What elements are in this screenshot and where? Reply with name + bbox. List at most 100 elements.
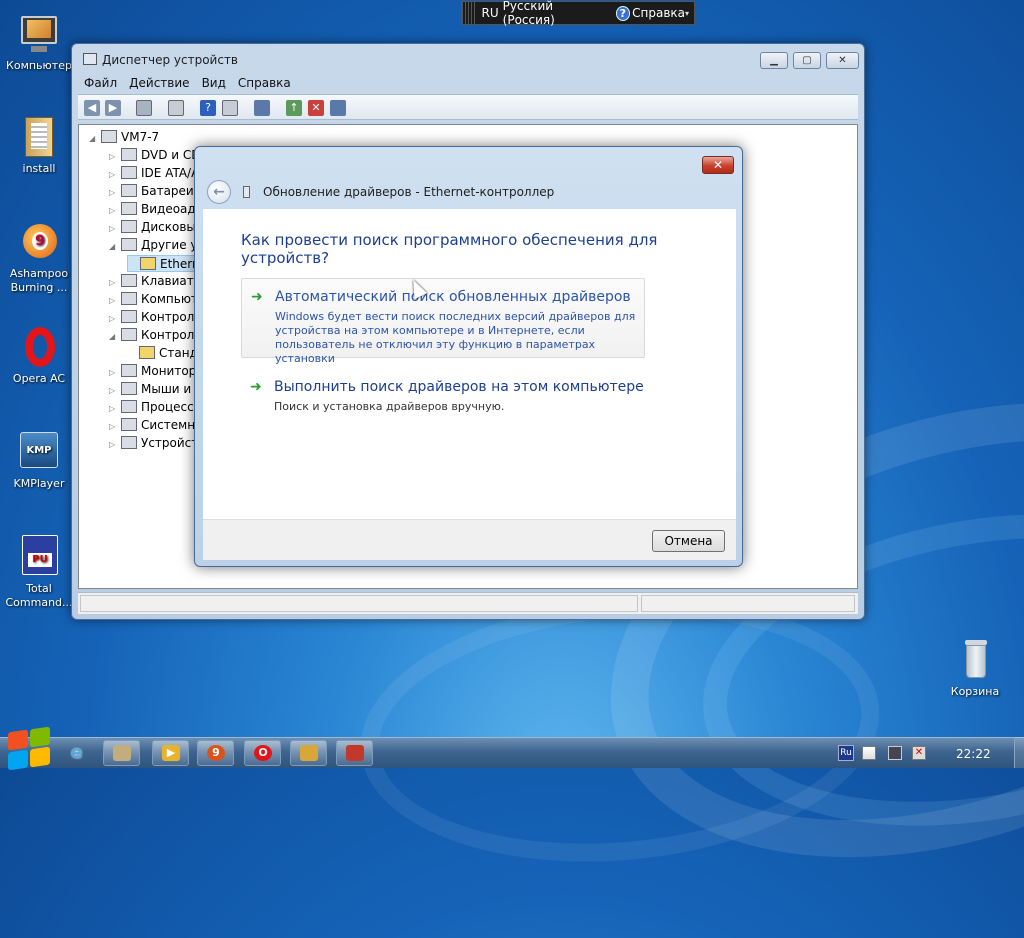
warning-icon [140, 257, 156, 270]
tray-language[interactable]: Ru [838, 745, 854, 761]
console-tree-icon[interactable] [136, 100, 152, 116]
windows-logo-icon [30, 746, 50, 768]
keyboard-icon [121, 274, 137, 287]
forward-arrow-icon[interactable]: ▶ [105, 100, 121, 116]
properties-icon[interactable] [168, 100, 184, 116]
green-arrow-icon: ➜ [251, 289, 263, 305]
green-arrow-icon: ➜ [250, 379, 262, 395]
tree-item[interactable]: ◢ Другие ус [109, 237, 204, 254]
taskbar-update[interactable] [336, 740, 373, 766]
computer-icon [101, 130, 117, 143]
toolbar: ◀ ▶ ? ↑ ✕ [78, 94, 858, 120]
internet-explorer-icon[interactable]: e [71, 743, 89, 763]
tree-item[interactable]: ▷ Батареи [109, 183, 194, 200]
menu-view[interactable]: Вид [202, 76, 226, 90]
language-code: RU [481, 6, 499, 20]
help-icon[interactable]: ? [200, 100, 216, 116]
kmp-icon: KMP [17, 430, 61, 474]
system-device-icon [121, 418, 137, 431]
desktop-icon-kmplayer[interactable]: KMP KMPlayer [3, 430, 75, 491]
language-bar-help[interactable]: Справка [632, 6, 685, 20]
menu-action[interactable]: Действие [129, 76, 189, 90]
update-driver-icon [346, 745, 364, 761]
taskbar-device-manager[interactable] [103, 740, 140, 766]
show-desktop-button[interactable] [1014, 737, 1024, 768]
network-icon[interactable] [888, 746, 902, 760]
tree-item[interactable]: ▷ IDE ATA/A [109, 165, 199, 182]
dialog-question: Как провести поиск программного обеспече… [241, 231, 658, 267]
window-title: Диспетчер устройств [102, 53, 239, 67]
window-titlebar[interactable]: Диспетчер устройств ▁ ▢ ✕ [72, 44, 864, 72]
tree-item[interactable]: ▷ Клавиату [109, 273, 201, 290]
opera-icon: O [254, 745, 272, 761]
desktop-icon-opera[interactable]: Opera AC [3, 325, 75, 386]
update-drivers-dialog: ✕ ← Обновление драйверов - Ethernet-конт… [194, 146, 743, 567]
tree-item[interactable]: ▷ Системн [109, 417, 195, 434]
taskbar-explorer[interactable] [290, 740, 327, 766]
usb-controller-icon [121, 310, 137, 323]
tree-root[interactable]: ◢ VM7-7 [89, 129, 159, 146]
scan-hardware-icon[interactable] [254, 100, 270, 116]
auto-search-option[interactable]: ➜ Автоматический поиск обновленных драйв… [241, 278, 645, 365]
menu-help[interactable]: Справка [238, 76, 291, 90]
windows-logo-icon [8, 729, 28, 751]
tree-item[interactable]: ▷ Дисковые [109, 219, 203, 236]
cancel-button[interactable]: Отмена [652, 530, 725, 552]
option-description: Поиск и установка драйверов вручную. [274, 400, 505, 413]
close-button[interactable]: ✕ [702, 156, 734, 174]
option-description: Windows будет вести поиск последних верс… [275, 310, 636, 365]
desktop-icon-ashampoo[interactable]: 9 Ashampoo Burning ... [3, 220, 75, 295]
start-button[interactable] [2, 725, 58, 771]
language-name[interactable]: Русский (Россия) [503, 0, 606, 27]
computer-icon [17, 12, 61, 56]
maximize-button[interactable]: ▢ [793, 52, 821, 69]
disk-drive-icon [121, 220, 137, 233]
language-bar[interactable]: RU Русский (Россия) ? Справка ▾ [461, 0, 695, 27]
menu-bar: Файл Действие Вид Справка [78, 73, 858, 93]
volume-muted-icon[interactable]: ✕ [912, 746, 926, 760]
drag-handle[interactable] [462, 2, 476, 24]
update-driver-icon[interactable]: ↑ [286, 100, 302, 116]
network-adapter-icon [243, 186, 250, 198]
disable-icon[interactable] [330, 100, 346, 116]
clock[interactable]: 22:22 [956, 747, 991, 761]
device-manager-icon [113, 745, 131, 761]
tree-item[interactable]: ◢ Контролл [109, 327, 202, 344]
option-title[interactable]: Автоматический поиск обновленных драйвер… [275, 289, 631, 305]
back-arrow-icon[interactable]: ← [207, 180, 231, 204]
desktop-icon-computer[interactable]: Компьютер [3, 12, 75, 73]
show-pane-icon[interactable] [222, 100, 238, 116]
option-title[interactable]: Выполнить поиск драйверов на этом компью… [274, 379, 644, 395]
uninstall-icon[interactable]: ✕ [308, 100, 324, 116]
back-arrow-icon[interactable]: ◀ [84, 100, 100, 116]
desktop-icon-install[interactable]: install [3, 115, 75, 176]
menu-file[interactable]: Файл [84, 76, 117, 90]
manual-search-option[interactable]: ➜ Выполнить поиск драйверов на этом комп… [241, 369, 645, 417]
desktop-icon-recycle[interactable]: Корзина [939, 638, 1011, 699]
tree-item[interactable]: ▷ Компьют [109, 291, 198, 308]
device-manager-icon [83, 53, 97, 65]
tree-item[interactable]: ▷ Видеоада [109, 201, 203, 218]
tree-item[interactable]: ▷ Монитор [109, 363, 196, 380]
tree-item[interactable]: ▷ DVD и CD [109, 147, 201, 164]
tree-item[interactable]: ▷ Устройст [109, 435, 198, 452]
taskbar-ashampoo[interactable]: 9 [197, 740, 234, 766]
action-center-flag-icon[interactable] [862, 746, 876, 760]
chevron-down-icon[interactable]: ▾ [685, 9, 689, 18]
help-icon: ? [615, 5, 631, 21]
taskbar-opera[interactable]: O [244, 740, 281, 766]
close-button[interactable]: ✕ [826, 52, 859, 69]
tree-item[interactable]: Станд [127, 345, 198, 362]
minimize-button[interactable]: ▁ [760, 52, 788, 69]
tree-item[interactable]: ▷ Контролл [109, 309, 202, 326]
opera-icon [17, 325, 61, 369]
taskbar-media-player[interactable]: ▶ [152, 740, 189, 766]
status-segment [80, 595, 638, 612]
tree-item[interactable]: ▷ Мыши и [109, 381, 191, 398]
windows-logo-icon [8, 749, 28, 771]
desktop-icon-totalcmd[interactable]: PU Total Command... [3, 535, 75, 610]
computer-icon [121, 292, 137, 305]
tree-item[interactable]: ▷ Процессо [109, 399, 201, 416]
recycle-bin-icon [953, 638, 997, 682]
tree-item-selected[interactable]: Ethern [127, 255, 201, 272]
